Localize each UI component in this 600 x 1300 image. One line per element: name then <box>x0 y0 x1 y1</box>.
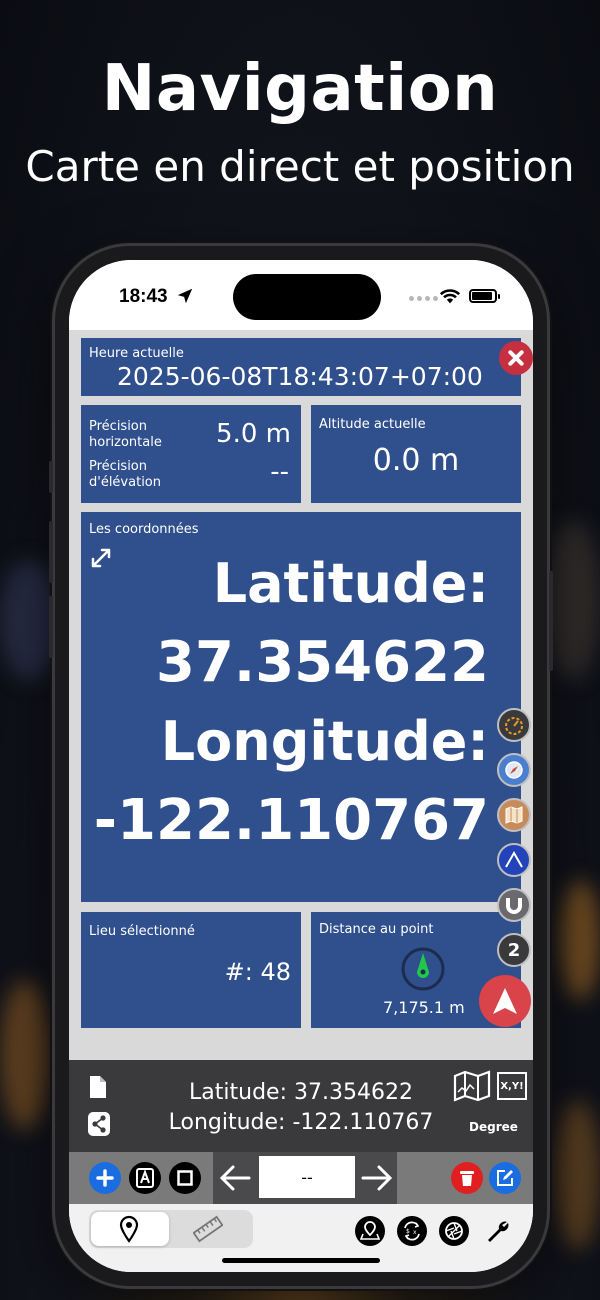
svg-text:$: $ <box>406 1228 410 1235</box>
label-button[interactable] <box>129 1162 161 1194</box>
navigation-arrow-icon <box>493 988 517 1014</box>
convert-units-button[interactable]: $ x <box>397 1216 427 1246</box>
current-time-panel: Heure actuelle 2025-06-08T18:43:07+07:00 <box>81 338 533 396</box>
ruler-icon[interactable] <box>193 1215 223 1243</box>
action-toolbar: -- <box>69 1152 533 1204</box>
add-button[interactable] <box>89 1162 121 1194</box>
elevation-precision-value: -- <box>270 457 289 487</box>
horizontal-precision-label: Précision horizontale <box>89 419 162 451</box>
altitude-label: Altitude actuelle <box>319 417 426 432</box>
elevation-precision-label: Précision d'élévation <box>89 459 161 491</box>
precision-panel: Précision horizontale 5.0 m Précision d'… <box>81 405 301 503</box>
share-icon[interactable] <box>88 1112 110 1136</box>
xy-format-button[interactable]: X,Y! <box>497 1072 527 1100</box>
horizontal-precision-value: 5.0 m <box>216 419 291 449</box>
longitude-value: -122.110767 <box>93 788 489 853</box>
compass-icon <box>401 947 445 991</box>
magnet-button[interactable] <box>497 888 531 922</box>
edit-button[interactable] <box>489 1162 521 1194</box>
navigate-button[interactable] <box>479 975 531 1027</box>
coordinate-info-bar: Latitude: 37.354622 Longitude: -122.1107… <box>69 1060 533 1152</box>
edit-icon <box>497 1170 513 1186</box>
number-badge-label: 2 <box>507 939 521 961</box>
convert-icon: $ x <box>404 1221 420 1241</box>
distance-label: Distance au point <box>319 922 434 937</box>
camera-button[interactable] <box>439 1216 469 1246</box>
speedometer-icon <box>505 717 523 735</box>
latitude-label: Latitude: <box>212 552 489 615</box>
distance-value: 7,175.1 m <box>383 998 465 1017</box>
latitude-value: 37.354622 <box>156 630 489 695</box>
mode-segmented-control <box>89 1210 253 1248</box>
info-latitude: Latitude: 37.354622 <box>189 1080 413 1105</box>
battery-icon <box>469 289 500 303</box>
selected-place-value: #: 48 <box>224 958 291 986</box>
point-field-value: -- <box>301 1167 313 1187</box>
format-label[interactable]: Degree <box>469 1120 518 1134</box>
signal-dots-icon <box>409 296 438 301</box>
promo-subtitle: Carte en direct et position <box>25 142 575 191</box>
home-indicator <box>222 1258 380 1263</box>
horizontal-precision-label-line2: horizontale <box>89 435 162 450</box>
close-button[interactable] <box>499 341 533 375</box>
trash-icon <box>460 1171 474 1186</box>
next-arrow-icon[interactable] <box>361 1164 393 1192</box>
location-arrow-icon <box>177 288 193 304</box>
horizontal-precision-label-line1: Précision <box>89 419 148 434</box>
folded-map-icon[interactable] <box>453 1070 491 1102</box>
label-a-icon <box>136 1168 154 1188</box>
info-longitude: Longitude: -122.110767 <box>168 1110 434 1135</box>
magnet-icon <box>506 898 522 914</box>
xy-format-label: X,Y! <box>500 1080 524 1092</box>
aperture-icon <box>445 1222 463 1240</box>
compass-mode-button[interactable] <box>497 753 531 787</box>
stop-button[interactable] <box>169 1162 201 1194</box>
altitude-panel: Altitude actuelle 0.0 m <box>311 405 521 503</box>
elevation-precision-label-line1: Précision <box>89 459 148 474</box>
delete-button[interactable] <box>451 1162 483 1194</box>
elevation-precision-label-line2: d'élévation <box>89 475 161 490</box>
status-time: 18:43 <box>119 286 168 307</box>
phone-frame: 18:43 Heure actuelle 2025-06-08T18:43:07… <box>49 243 553 1289</box>
map-button[interactable] <box>497 798 531 832</box>
previous-arrow-icon[interactable] <box>219 1164 251 1192</box>
compass-dial-icon <box>505 761 523 779</box>
map-marker-icon <box>360 1221 380 1240</box>
point-field[interactable]: -- <box>259 1156 355 1198</box>
square-icon <box>177 1170 193 1186</box>
dynamic-island <box>233 274 381 320</box>
terrain-button[interactable] <box>497 843 531 877</box>
status-bar: 18:43 <box>69 260 533 330</box>
wrench-icon[interactable] <box>485 1218 511 1244</box>
coordinates-label: Les coordonnées <box>89 522 199 537</box>
selected-place-label: Lieu sélectionné <box>89 924 195 939</box>
phone-screen: 18:43 Heure actuelle 2025-06-08T18:43:07… <box>69 260 533 1272</box>
plus-icon <box>96 1169 114 1187</box>
svg-text:x: x <box>413 1229 417 1236</box>
speedometer-button[interactable] <box>497 708 531 742</box>
map-icon <box>505 806 523 824</box>
mountain-icon <box>505 850 523 868</box>
map-pin-icon <box>119 1215 139 1243</box>
number-badge-button[interactable]: 2 <box>497 933 531 967</box>
point-navigator: -- <box>213 1152 397 1204</box>
app-content: Heure actuelle 2025-06-08T18:43:07+07:00… <box>69 330 533 1272</box>
map-marker-search-button[interactable] <box>355 1216 385 1246</box>
coordinates-panel: Les coordonnées Latitude: 37.354622 Long… <box>81 512 521 902</box>
promo-title: Navigation <box>101 52 499 126</box>
document-icon[interactable] <box>88 1074 108 1100</box>
expand-icon[interactable] <box>89 546 113 570</box>
current-time-label: Heure actuelle <box>89 346 184 361</box>
selected-place-panel[interactable]: Lieu sélectionné #: 48 <box>81 912 301 1028</box>
longitude-label: Longitude: <box>160 710 489 773</box>
wifi-icon <box>439 289 461 304</box>
altitude-value: 0.0 m <box>372 443 460 478</box>
current-time-value: 2025-06-08T18:43:07+07:00 <box>117 362 483 391</box>
